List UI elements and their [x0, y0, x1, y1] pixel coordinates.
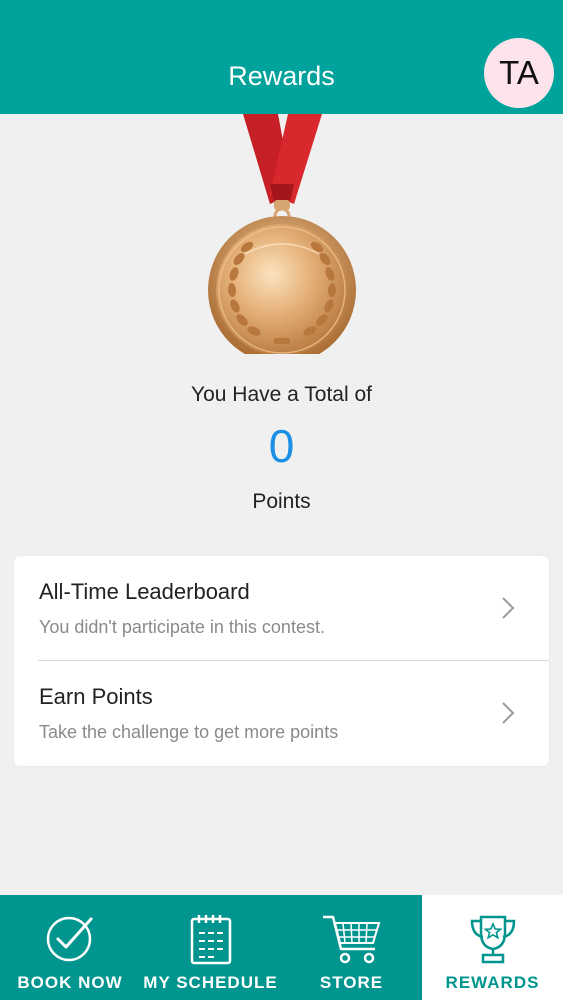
earn-points-row[interactable]: Earn Points Take the challenge to get mo…: [14, 661, 549, 766]
tab-label: MY SCHEDULE: [143, 973, 278, 992]
trophy-icon: [470, 915, 515, 964]
chevron-right-icon: [502, 702, 515, 724]
tab-my-schedule[interactable]: MY SCHEDULE: [140, 895, 281, 1000]
page-title: Rewards: [228, 61, 335, 91]
leaderboard-title: All-Time Leaderboard: [39, 579, 250, 604]
avatar[interactable]: TA: [484, 38, 554, 108]
app-header: Rewards TA: [0, 0, 563, 114]
tab-book-now[interactable]: BOOK NOW: [0, 895, 140, 1000]
tab-store[interactable]: STORE: [281, 895, 422, 1000]
leaderboard-subtitle: You didn't participate in this contest.: [39, 617, 325, 637]
calendar-icon: [190, 915, 231, 965]
tab-label: STORE: [319, 973, 384, 992]
points-unit-label: Points: [252, 490, 311, 513]
tab-label: BOOK NOW: [17, 973, 123, 992]
leaderboard-row[interactable]: All-Time Leaderboard You didn't particip…: [14, 556, 549, 661]
points-value: 0: [268, 420, 295, 472]
medal-icon: [200, 114, 365, 364]
check-circle-icon: [46, 916, 93, 962]
tab-label: REWARDS: [445, 973, 540, 992]
bottom-tab-bar: BOOK NOW MY SCHEDULE STORE REWARDS: [0, 895, 563, 1000]
cart-icon: [322, 915, 380, 964]
tab-rewards[interactable]: REWARDS: [422, 895, 563, 1000]
earn-points-title: Earn Points: [39, 684, 153, 709]
points-summary-label: You Have a Total of: [191, 383, 372, 406]
earn-points-subtitle: Take the challenge to get more points: [39, 722, 339, 742]
chevron-right-icon: [502, 597, 515, 619]
rewards-menu-card: All-Time Leaderboard You didn't particip…: [14, 556, 549, 766]
